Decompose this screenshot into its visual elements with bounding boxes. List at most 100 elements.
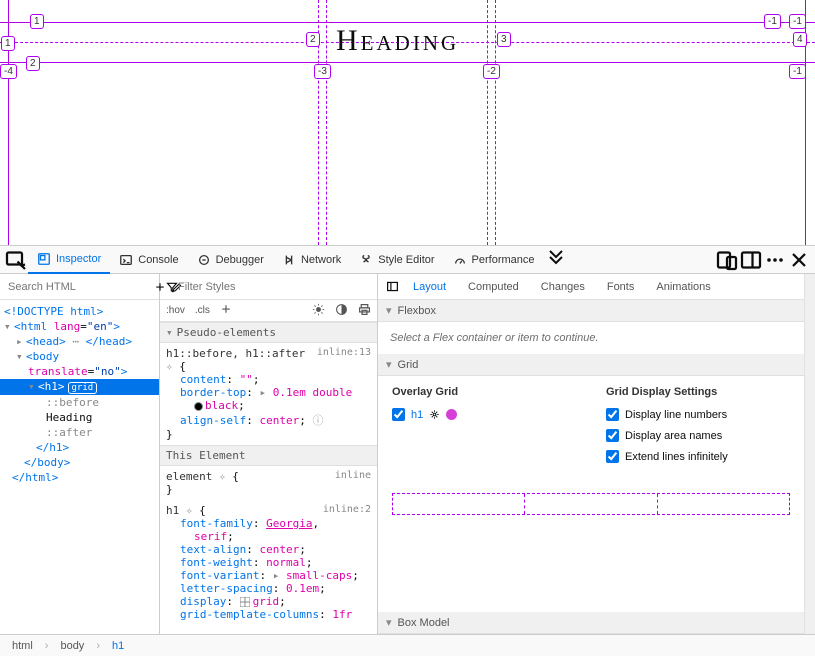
html-search-row (0, 274, 159, 300)
tree-node[interactable]: translate="no"> (0, 364, 159, 379)
cls-button[interactable]: .cls (195, 305, 210, 316)
grid-row-line (0, 62, 815, 63)
scrollbar[interactable] (804, 274, 815, 634)
tree-node[interactable]: </html> (0, 470, 159, 485)
rules-section-header[interactable]: This Element (160, 445, 377, 466)
area-names-checkbox[interactable] (606, 429, 619, 442)
chevron-right-icon: › (92, 640, 104, 652)
crumb-html[interactable]: html (8, 640, 37, 652)
checkbox-label: Extend lines infinitely (625, 451, 728, 463)
tab-label: Console (138, 254, 178, 266)
layout-tab-changes[interactable]: Changes (530, 274, 596, 300)
tree-node[interactable]: <!DOCTYPE html> (0, 304, 159, 319)
close-button[interactable] (787, 248, 811, 272)
tree-node[interactable]: ▾<body (0, 349, 159, 364)
devtools-body: <!DOCTYPE html> ▾<html lang="en"> ▸<head… (0, 274, 815, 634)
box-model-section-header[interactable]: ▾Box Model (378, 612, 804, 634)
page-viewport: Heading 1 2 3 4 -4 -3 -2 -1 1 2 -1 -1 (0, 0, 815, 246)
grid-label: -1 (764, 14, 781, 29)
line-numbers-checkbox[interactable] (606, 408, 619, 421)
tab-label: Style Editor (378, 254, 434, 266)
grid-item-label: h1 (411, 409, 423, 421)
breadcrumb: html › body › h1 (0, 634, 815, 656)
grid-label: -2 (483, 64, 500, 79)
tree-node[interactable]: Heading (0, 410, 159, 425)
css-rule[interactable]: element ✧ {inline} (160, 466, 377, 500)
sidebar-toggle-button[interactable] (382, 275, 402, 299)
light-scheme-button[interactable] (312, 303, 325, 319)
tabs-overflow-button[interactable] (544, 248, 568, 272)
checkbox-label: Display area names (625, 430, 722, 442)
dark-scheme-button[interactable] (335, 303, 348, 319)
layout-tab-computed[interactable]: Computed (457, 274, 530, 300)
tab-inspector[interactable]: Inspector (28, 246, 110, 274)
grid-label: 4 (793, 32, 807, 47)
layout-tab-animations[interactable]: Animations (645, 274, 721, 300)
filter-icon (166, 281, 178, 293)
tree-node-selected[interactable]: ▾<h1>grid (0, 379, 159, 395)
dom-tree[interactable]: <!DOCTYPE html> ▾<html lang="en"> ▸<head… (0, 300, 159, 634)
mini-grid-preview (392, 493, 790, 515)
tab-label: Network (301, 254, 341, 266)
add-rule-button[interactable] (220, 303, 232, 318)
layout-tab-fonts[interactable]: Fonts (596, 274, 646, 300)
pick-element-button[interactable] (4, 248, 28, 272)
layout-panel: Layout Computed Changes Fonts Animations… (378, 274, 804, 634)
grid-label: 1 (30, 14, 44, 29)
flexbox-hint: Select a Flex container or item to conti… (378, 322, 804, 354)
grid-col-line (495, 0, 496, 245)
tab-console[interactable]: Console (110, 246, 187, 274)
layout-tabs: Layout Computed Changes Fonts Animations (378, 274, 804, 300)
tab-debugger[interactable]: Debugger (188, 246, 273, 274)
grid-overlay-item[interactable]: h1 (392, 408, 576, 421)
flexbox-section-header[interactable]: ▾Flexbox (378, 300, 804, 322)
rules-toolbar: :hov .cls (160, 300, 377, 322)
hov-button[interactable]: :hov (166, 305, 185, 316)
grid-label: -3 (314, 64, 331, 79)
devtools-tab-bar: Inspector Console Debugger Network Style… (0, 246, 815, 274)
tab-style-editor[interactable]: Style Editor (350, 246, 443, 274)
tab-network[interactable]: Network (273, 246, 350, 274)
grid-label: -1 (789, 64, 806, 79)
crumb-body[interactable]: body (56, 640, 88, 652)
tree-node[interactable]: ▾<html lang="en"> (0, 319, 159, 334)
css-rule[interactable]: h1::before, h1::afterinline:13 ✧ { conte… (160, 343, 377, 445)
layout-tab-layout[interactable]: Layout (402, 274, 457, 300)
tree-node[interactable]: </body> (0, 455, 159, 470)
grid-label: 1 (1, 36, 15, 51)
grid-label: 2 (306, 32, 320, 47)
grid-row-line (0, 22, 815, 23)
layout-panel-container: Layout Computed Changes Fonts Animations… (378, 274, 815, 634)
responsive-mode-button[interactable] (715, 248, 739, 272)
css-rule[interactable]: h1 ✧ {inline:2 font-family: Georgia, ser… (160, 500, 377, 625)
tree-node[interactable]: ::after (0, 425, 159, 440)
grid-label: 2 (26, 56, 40, 71)
tab-label: Performance (472, 254, 535, 266)
rules-panel: :hov .cls ▾Pseudo-elements h1::before, h… (160, 274, 378, 634)
rules-body[interactable]: ▾Pseudo-elements h1::before, h1::afterin… (160, 322, 377, 634)
dom-panel: <!DOCTYPE html> ▾<html lang="en"> ▸<head… (0, 274, 160, 634)
tree-node[interactable]: </h1> (0, 440, 159, 455)
filter-styles-input[interactable] (178, 281, 371, 293)
grid-label: -4 (0, 64, 17, 79)
extend-lines-checkbox[interactable] (606, 450, 619, 463)
dock-button[interactable] (739, 248, 763, 272)
grid-color-swatch[interactable] (446, 409, 457, 420)
overlay-grid-heading: Overlay Grid (392, 386, 576, 398)
filter-row (160, 274, 377, 300)
gear-icon[interactable] (429, 409, 440, 420)
tab-performance[interactable]: Performance (444, 246, 544, 274)
grid-section-body: Overlay Grid h1 Grid Display Settings Di… (378, 376, 804, 481)
grid-col-line (487, 0, 488, 245)
print-button[interactable] (358, 303, 371, 319)
grid-section-header[interactable]: ▾Grid (378, 354, 804, 376)
h1-grid-checkbox[interactable] (392, 408, 405, 421)
crumb-h1[interactable]: h1 (108, 640, 128, 652)
rules-section-header[interactable]: ▾Pseudo-elements (160, 322, 377, 343)
grid-col-line (326, 0, 327, 245)
more-button[interactable] (763, 248, 787, 272)
tree-node[interactable]: ▸<head> ⋯ </head> (0, 334, 159, 349)
grid-label: -1 (789, 14, 806, 29)
tree-node[interactable]: ::before (0, 395, 159, 410)
search-html-input[interactable] (8, 281, 150, 293)
